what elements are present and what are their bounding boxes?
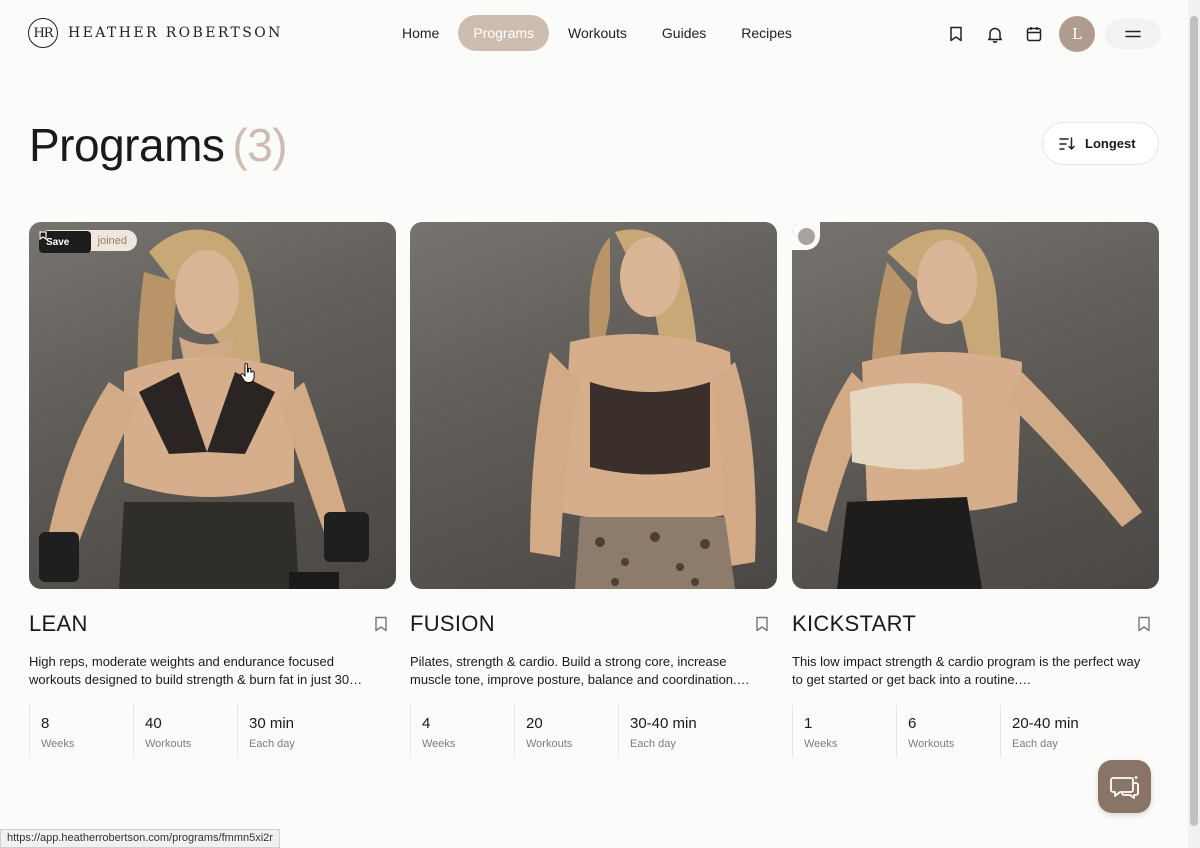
stat-weeks: 8 Weeks	[29, 705, 133, 757]
bookmark-icon[interactable]	[755, 616, 769, 632]
stat-weeks: 4 Weeks	[410, 705, 514, 757]
card-description: Pilates, strength & cardio. Build a stro…	[410, 654, 750, 687]
program-photo	[39, 229, 369, 589]
menu-button[interactable]	[1105, 19, 1161, 49]
stat-value: 30-40 min	[630, 715, 697, 732]
card-title-row: KICKSTART	[792, 610, 1159, 638]
top-header: HR HEATHER ROBERTSON Home Programs Worko…	[0, 0, 1188, 66]
completed-badge	[792, 222, 820, 250]
stat-value: 6	[908, 715, 917, 732]
check-icon	[792, 222, 802, 230]
nav-recipes[interactable]: Recipes	[725, 15, 808, 51]
bookmark-icon[interactable]	[1137, 616, 1151, 632]
nav-programs[interactable]: Programs	[458, 15, 550, 51]
program-count: (3)	[232, 119, 288, 171]
main-nav: Home Programs Workouts Guides Recipes	[386, 15, 811, 51]
header-actions: L	[942, 16, 1161, 52]
save-button[interactable]: Save	[39, 231, 91, 253]
stat-label: Each day	[249, 738, 295, 750]
program-photo	[797, 229, 1142, 589]
stat-label: Each day	[1012, 738, 1058, 750]
sort-label: Longest	[1085, 136, 1136, 151]
stat-value: 20-40 min	[1012, 715, 1079, 732]
hamburger-icon	[1125, 30, 1141, 38]
program-card-fusion[interactable]: FUSION Pilates, strength & cardio. Build…	[410, 222, 777, 757]
stat-value: 4	[422, 715, 431, 732]
nav-guides[interactable]: Guides	[646, 15, 722, 51]
logo-mark-icon: HR	[28, 18, 58, 48]
user-avatar[interactable]: L	[1059, 16, 1095, 52]
card-title: FUSION	[410, 611, 495, 636]
stat-label: Workouts	[145, 738, 192, 750]
chat-icon	[1109, 774, 1139, 799]
bell-icon[interactable]	[981, 17, 1009, 51]
stat-workouts: 20 Workouts	[514, 705, 618, 757]
nav-workouts[interactable]: Workouts	[552, 15, 643, 51]
program-image[interactable]: joined Save	[29, 222, 396, 589]
hand-cursor-icon	[240, 363, 255, 383]
program-photo	[530, 229, 756, 589]
card-description: High reps, moderate weights and enduranc…	[29, 654, 363, 687]
scrollbar[interactable]	[1188, 0, 1200, 848]
stat-label: Weeks	[41, 738, 75, 750]
save-label: Save	[46, 236, 70, 248]
stat-workouts: 40 Workouts	[133, 705, 237, 757]
bookmark-icon[interactable]	[374, 616, 388, 632]
status-bar-url: https://app.heatherrobertson.com/program…	[0, 829, 280, 848]
program-card-lean[interactable]: joined Save LEAN High reps, moderate wei…	[29, 222, 396, 757]
program-image[interactable]	[792, 222, 1159, 589]
stat-value: 8	[41, 715, 50, 732]
program-card-kickstart[interactable]: KICKSTART This low impact strength & car…	[792, 222, 1159, 757]
card-title: LEAN	[29, 611, 88, 636]
program-image[interactable]	[410, 222, 777, 589]
stat-duration: 20-40 min Each day	[1000, 705, 1130, 757]
card-stats: 1 Weeks 6 Workouts 20-40 min Each day	[792, 705, 1159, 757]
stat-label: Weeks	[804, 738, 838, 750]
stat-value: 40	[145, 715, 162, 732]
sort-button[interactable]: Longest	[1042, 122, 1159, 165]
card-stats: 4 Weeks 20 Workouts 30-40 min Each day	[410, 705, 777, 757]
sort-icon	[1059, 136, 1075, 150]
card-title: KICKSTART	[792, 611, 917, 636]
programs-page: HR HEATHER ROBERTSON Home Programs Worko…	[0, 0, 1200, 848]
stat-duration: 30 min Each day	[237, 705, 367, 757]
stat-value: 1	[804, 715, 813, 732]
scrollbar-thumb[interactable]	[1190, 16, 1198, 826]
page-title: Programs (3)	[29, 118, 288, 172]
stat-label: Weeks	[422, 738, 456, 750]
brand-name: HEATHER ROBERTSON	[68, 25, 283, 41]
stat-label: Workouts	[908, 738, 955, 750]
page-title-text: Programs	[29, 119, 225, 171]
stat-workouts: 6 Workouts	[896, 705, 1000, 757]
card-title-row: FUSION	[410, 610, 777, 638]
chat-button[interactable]	[1098, 760, 1151, 813]
stat-label: Workouts	[526, 738, 573, 750]
bookmark-icon[interactable]	[942, 17, 970, 51]
card-title-row: LEAN	[29, 610, 396, 638]
brand-logo[interactable]: HR HEATHER ROBERTSON	[28, 18, 283, 48]
stat-value: 30 min	[249, 715, 295, 732]
stat-duration: 30-40 min Each day	[618, 705, 748, 757]
stat-label: Each day	[630, 738, 676, 750]
card-description: This low impact strength & cardio progra…	[792, 654, 1141, 687]
stat-value: 20	[526, 715, 543, 732]
stat-weeks: 1 Weeks	[792, 705, 896, 757]
pin-icon	[39, 231, 47, 240]
nav-home[interactable]: Home	[386, 15, 455, 51]
card-stats: 8 Weeks 40 Workouts 30 min Each day	[29, 705, 396, 757]
calendar-icon[interactable]	[1020, 17, 1048, 51]
